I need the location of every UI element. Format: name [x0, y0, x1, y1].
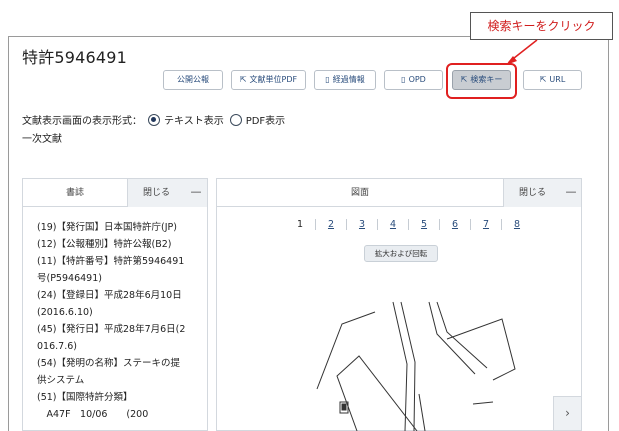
biblio-line: (45)【発行日】平成28年7月6日(2: [37, 324, 186, 335]
biblio-line: (51)【国際特許分類】: [37, 392, 133, 403]
next-page-button[interactable]: ›: [553, 396, 581, 430]
publication-button[interactable]: 公開公報: [163, 70, 223, 90]
biblio-line: A47F 10/06 (200: [37, 409, 149, 420]
biblio-close-button[interactable]: 閉じる: [127, 179, 185, 207]
highlight-box: [446, 63, 517, 99]
page-link[interactable]: 4: [378, 219, 408, 230]
biblio-text: (19)【発行国】日本国特許庁(JP) (12)【公報種別】特許公報(B2) (…: [37, 219, 185, 423]
text-display-radio[interactable]: [148, 113, 160, 126]
biblio-panel: 書誌 閉じる — (19)【発行国】日本国特許庁(JP) (12)【公報種別】特…: [22, 178, 208, 431]
opd-button[interactable]: ▯ OPD: [384, 70, 443, 90]
biblio-line: 号(P5946491): [37, 273, 102, 284]
page-link[interactable]: 8: [502, 219, 532, 230]
drawing-minimize-button[interactable]: —: [561, 179, 581, 207]
pdf-display-radio[interactable]: [229, 113, 242, 126]
page-link[interactable]: 5: [409, 219, 439, 230]
progress-info-button-label: 経過情報: [332, 75, 365, 84]
drawing-panel: 図面 閉じる — 1 2 3 4 5 6 7 8 拡大および回転 ›: [216, 178, 582, 431]
document-icon: ▯: [325, 75, 330, 84]
biblio-line: 供システム: [37, 375, 85, 386]
page-link[interactable]: 1: [285, 219, 315, 230]
url-button-label: URL: [549, 75, 566, 84]
page-title: 特許5946491: [22, 48, 128, 67]
display-format-label: 文献表示画面の表示形式：: [22, 116, 142, 127]
toolbar: 公開公報 ⇱ 文献単位PDF ▯ 経過情報 ▯ OPD ⇱ 検索キー ⇱ URL: [0, 70, 619, 92]
opd-button-label: OPD: [408, 75, 426, 84]
biblio-line: (2016.6.10): [37, 307, 93, 318]
external-link-icon: ⇱: [239, 75, 247, 84]
drawing-tab[interactable]: 図面: [217, 179, 503, 207]
callout-label: 検索キーをクリック: [470, 12, 613, 40]
drawing-close-button[interactable]: 閉じる: [503, 179, 561, 207]
external-link-icon: ⇱: [539, 75, 547, 84]
document-pdf-button-label: 文献単位PDF: [249, 75, 298, 84]
pdf-display-label[interactable]: PDF表示: [246, 112, 285, 127]
page-link[interactable]: 7: [471, 219, 501, 230]
progress-info-button[interactable]: ▯ 経過情報: [314, 70, 376, 90]
drawing-panel-header: 図面 閉じる —: [217, 179, 581, 207]
biblio-tab[interactable]: 書誌: [23, 179, 127, 207]
zoom-rotate-button[interactable]: 拡大および回転: [364, 245, 438, 262]
patent-drawing: [316, 301, 516, 431]
page-navigation: 1 2 3 4 5 6 7 8: [285, 219, 532, 230]
biblio-line: (54)【発明の名称】ステーキの提: [37, 358, 181, 369]
sub-heading: 一次文献: [22, 134, 62, 145]
page-link[interactable]: 3: [347, 219, 377, 230]
document-pdf-button[interactable]: ⇱ 文献単位PDF: [231, 70, 306, 90]
biblio-line: (12)【公報種別】特許公報(B2): [37, 239, 172, 250]
publication-button-label: 公開公報: [177, 75, 209, 84]
biblio-panel-header: 書誌 閉じる —: [23, 179, 207, 207]
document-icon: ▯: [401, 75, 406, 84]
page-link[interactable]: 2: [316, 219, 346, 230]
biblio-line: 016.7.6): [37, 341, 77, 352]
biblio-line: (11)【特許番号】特許第5946491: [37, 256, 185, 267]
display-format-row: 文献表示画面の表示形式： テキスト表示 PDF表示: [22, 112, 285, 127]
biblio-minimize-button[interactable]: —: [185, 179, 207, 207]
biblio-line: (24)【登録日】平成28年6月10日: [37, 290, 182, 301]
url-button[interactable]: ⇱ URL: [523, 70, 582, 90]
text-display-label[interactable]: テキスト表示: [164, 112, 224, 127]
biblio-line: (19)【発行国】日本国特許庁(JP): [37, 222, 177, 233]
page-link[interactable]: 6: [440, 219, 470, 230]
